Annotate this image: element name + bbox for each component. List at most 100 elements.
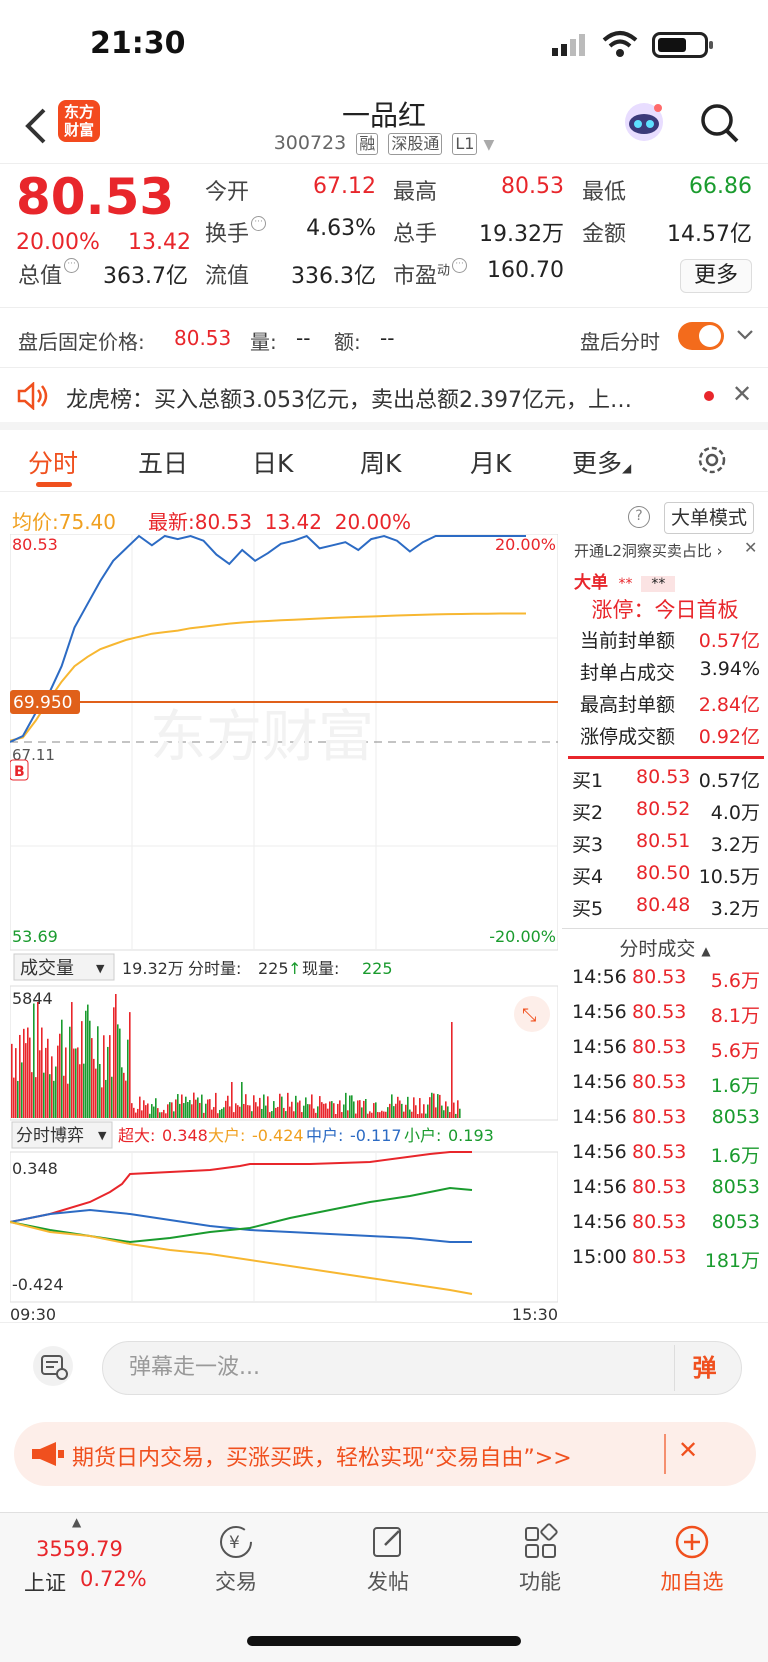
tab-intraday[interactable]: 分时 xyxy=(28,444,78,480)
volume-bar xyxy=(299,1100,301,1118)
mktcap-label[interactable]: 总值 ··· xyxy=(18,258,80,290)
volume-bar xyxy=(389,1103,391,1118)
intraday-chart[interactable]: 东方财富 80.53 53.69 20.00% -20.00% 69.950 6… xyxy=(10,534,558,1322)
order-book-row[interactable]: 买4 80.50 10.5万 xyxy=(562,862,768,894)
tab-add-watchlist[interactable]: 加自选 xyxy=(632,1523,752,1596)
volume-bar xyxy=(327,1108,329,1118)
ref-price-label: 69.950 xyxy=(13,693,72,713)
volume-bar xyxy=(359,1100,361,1118)
trade-row: 14:56 80.53 8.1万 xyxy=(572,1001,760,1027)
volume-bar xyxy=(311,1094,313,1118)
volume-bar xyxy=(457,1100,459,1118)
order-book-row[interactable]: 买5 80.48 3.2万 xyxy=(562,894,768,926)
volume-bar xyxy=(169,1102,171,1118)
volume-bar xyxy=(67,1083,69,1118)
order-book-row[interactable]: 买3 80.51 3.2万 xyxy=(562,830,768,862)
after-hours-label: 盘后固定价格: xyxy=(18,330,145,354)
volume-bar xyxy=(11,1043,13,1118)
turnover-label[interactable]: 换手 ··· xyxy=(205,216,267,248)
tab-underline xyxy=(36,482,72,487)
change-percent: 20.00% xyxy=(16,230,100,255)
watermark: 东方财富 xyxy=(150,705,374,768)
volume-bar xyxy=(229,1106,231,1118)
volume-bar xyxy=(331,1101,333,1118)
volume-bar xyxy=(313,1108,315,1118)
volume-bar xyxy=(135,1112,137,1118)
volume-bar xyxy=(211,1109,213,1118)
after-hours-toggle[interactable] xyxy=(678,322,724,350)
volume-bar xyxy=(351,1095,353,1118)
volume-bar xyxy=(257,1106,259,1118)
open-value: 67.12 xyxy=(313,174,376,199)
apps-grid-icon xyxy=(525,1523,558,1558)
volume-bar xyxy=(421,1113,423,1118)
volume-bar xyxy=(203,1112,205,1118)
tab-monthly-k[interactable]: 月K xyxy=(470,444,511,480)
volume-bar xyxy=(409,1109,411,1118)
index-widget[interactable]: ▲ 3559.79 上证 0.72% xyxy=(24,1515,164,1595)
trades-title[interactable]: 分时成交 ▲ xyxy=(562,934,768,966)
chevron-down-icon[interactable] xyxy=(736,328,754,342)
volume-bar xyxy=(195,1099,197,1118)
help-icon[interactable]: ? xyxy=(628,506,650,528)
volume-bar xyxy=(415,1105,417,1118)
close-icon[interactable]: ✕ xyxy=(678,1436,698,1464)
volume-bar xyxy=(325,1103,327,1118)
volume-bar xyxy=(183,1103,185,1118)
pe-label[interactable]: 市盈动 ··· xyxy=(393,258,468,290)
tab-five-day[interactable]: 五日 xyxy=(138,444,188,480)
order-book-row[interactable]: 买1 80.53 0.57亿 xyxy=(562,766,768,798)
volume-bar xyxy=(451,1022,453,1118)
volume-bar xyxy=(19,1034,21,1118)
volume-bar xyxy=(187,1102,189,1118)
volume-now: 225 xyxy=(362,959,393,978)
chat-list-icon[interactable] xyxy=(32,1345,74,1387)
lhb-banner[interactable]: 龙虎榜：买入总额3.053亿元，卖出总额2.397亿元，上… ✕ xyxy=(0,368,768,430)
robot-icon[interactable] xyxy=(620,100,668,146)
volume-bar xyxy=(15,1048,17,1118)
big-order-mode-button[interactable]: 大单模式 xyxy=(664,502,754,534)
close-icon[interactable]: ✕ xyxy=(732,380,752,408)
buy-marker-label: B xyxy=(14,764,25,780)
volume-bar xyxy=(209,1099,211,1118)
tab-trade[interactable]: ¥ 交易 xyxy=(176,1523,296,1596)
volume-bar xyxy=(255,1102,257,1118)
search-icon[interactable] xyxy=(700,102,740,144)
volume-bar xyxy=(231,1082,233,1118)
gear-icon[interactable] xyxy=(696,444,728,476)
volume-bar xyxy=(213,1107,215,1118)
volume-bar xyxy=(297,1102,299,1118)
unread-dot xyxy=(704,391,714,401)
volume-bar xyxy=(429,1097,431,1118)
pct-top-label: 20.00% xyxy=(495,535,556,554)
volume-bar xyxy=(207,1099,209,1118)
arrow-up-icon: ↑ xyxy=(288,959,301,978)
tab-weekly-k[interactable]: 周K xyxy=(360,444,401,480)
limit-row: 最高封单额 2.84亿 xyxy=(580,694,760,716)
divider xyxy=(562,928,768,929)
danmu-input[interactable]: 弹幕走一波... xyxy=(102,1341,742,1395)
volume-bar xyxy=(29,1037,31,1118)
plus-circle-icon xyxy=(675,1525,709,1559)
volume-bar xyxy=(189,1100,191,1118)
volume-bar xyxy=(177,1094,179,1118)
trade-row: 14:56 80.53 1.6万 xyxy=(572,1141,760,1167)
tab-functions[interactable]: 功能 xyxy=(480,1523,600,1596)
price-bottom-label: 53.69 xyxy=(12,927,58,946)
index-name: 上证 xyxy=(24,1571,66,1595)
flow-super: 0.348 xyxy=(162,1126,208,1145)
low-label: 最低 xyxy=(582,180,627,205)
more-button[interactable]: 更多 xyxy=(680,259,752,293)
volume-bar xyxy=(107,1046,109,1118)
close-icon[interactable]: ✕ xyxy=(744,538,757,557)
volume-bar xyxy=(417,1113,419,1118)
tab-more[interactable]: 更多◢ xyxy=(572,444,631,480)
period-tabs: 分时 五日 日K 周K 月K 更多◢ xyxy=(0,430,768,492)
tab-post[interactable]: 发帖 xyxy=(328,1523,448,1596)
flow-small-line xyxy=(10,1186,473,1244)
tab-daily-k[interactable]: 日K xyxy=(252,444,293,480)
promo-banner[interactable]: 期货日内交易，买涨买跌，轻松实现“交易自由”>> ✕ xyxy=(14,1422,756,1486)
danmu-toggle-button[interactable]: 弹 xyxy=(674,1345,734,1391)
volume-bar xyxy=(121,1067,123,1118)
order-book-row[interactable]: 买2 80.52 4.0万 xyxy=(562,798,768,830)
